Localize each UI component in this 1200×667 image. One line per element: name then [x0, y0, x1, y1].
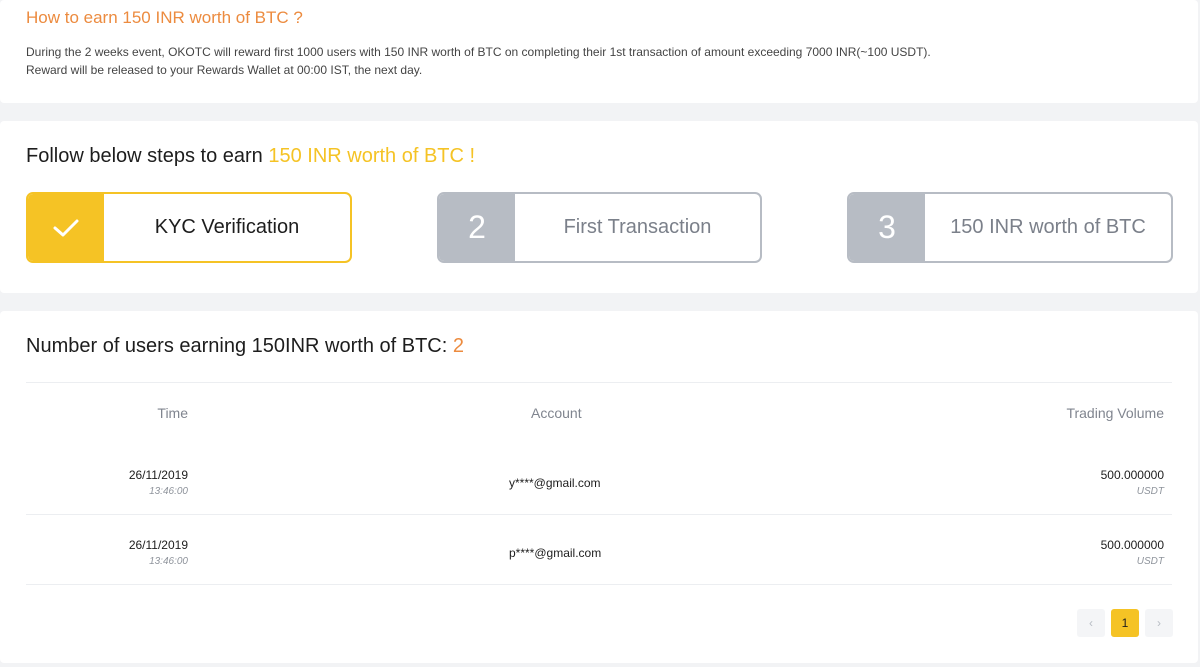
row-unit: USDT — [1136, 556, 1164, 567]
row-time: 13:46:00 — [149, 556, 188, 567]
steps-title-highlight: 150 INR worth of BTC ! — [268, 145, 476, 167]
row-divider — [26, 584, 1172, 585]
step-number: 3 — [849, 194, 925, 261]
row-volume: 500.000000 — [1100, 538, 1164, 552]
row-account: p****@gmail.com — [509, 546, 602, 560]
step-label: KYC Verification — [154, 216, 300, 238]
step-label: 150 INR worth of BTC — [950, 216, 1146, 238]
step-first-transaction[interactable]: 2 First Transaction — [437, 192, 762, 263]
users-card: Number of users earning 150INR worth of … — [0, 311, 1198, 663]
users-count: 2 — [452, 335, 464, 357]
row-account: y****@gmail.com — [509, 476, 601, 490]
row-time: 13:46:00 — [149, 486, 188, 497]
step-kyc-verification[interactable]: KYC Verification — [26, 192, 352, 263]
steps-title: Follow below steps to earn 150 INR worth… — [26, 145, 475, 168]
intro-line-1: During the 2 weeks event, OKOTC will rew… — [26, 45, 931, 59]
column-header-account: Account — [531, 405, 582, 421]
step-number: 2 — [439, 194, 515, 261]
users-title-prefix: Number of users earning 150INR worth of … — [26, 335, 453, 357]
row-unit: USDT — [1136, 486, 1164, 497]
pagination-page-1[interactable]: 1 — [1111, 609, 1139, 637]
step-label: First Transaction — [563, 216, 712, 238]
intro-card: How to earn 150 INR worth of BTC ? Durin… — [0, 0, 1198, 103]
row-volume: 500.000000 — [1100, 468, 1164, 482]
intro-line-2: Reward will be released to your Rewards … — [26, 63, 423, 77]
row-date: 26/11/2019 — [128, 538, 188, 552]
users-title: Number of users earning 150INR worth of … — [26, 335, 464, 358]
column-header-time: Time — [157, 405, 188, 421]
check-icon — [28, 194, 104, 261]
pagination-next-button[interactable]: › — [1145, 609, 1173, 637]
pagination-prev-button[interactable]: ‹ — [1077, 609, 1105, 637]
table-top-divider — [26, 382, 1172, 383]
intro-title: How to earn 150 INR worth of BTC ? — [26, 8, 303, 27]
row-divider — [26, 514, 1172, 515]
step-reward[interactable]: 3 150 INR worth of BTC — [847, 192, 1173, 263]
steps-card: Follow below steps to earn 150 INR worth… — [0, 121, 1198, 293]
intro-description: During the 2 weeks event, OKOTC will rew… — [26, 43, 931, 79]
column-header-trading-volume: Trading Volume — [1066, 405, 1164, 421]
row-date: 26/11/2019 — [128, 468, 188, 482]
steps-title-prefix: Follow below steps to earn — [26, 145, 269, 167]
